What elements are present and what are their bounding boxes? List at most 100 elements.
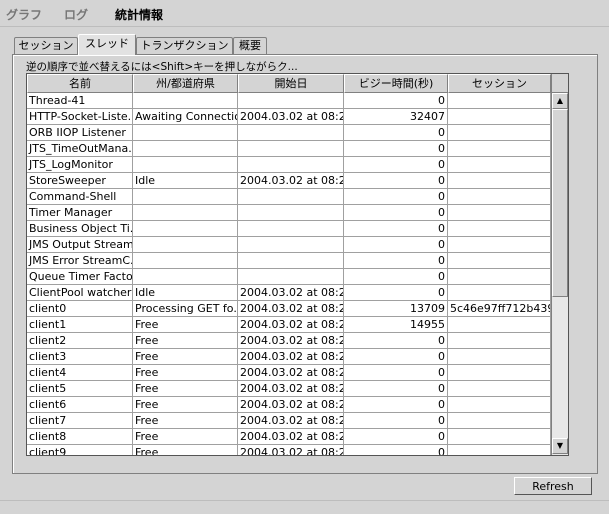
cell-state xyxy=(133,189,238,205)
cell-start-date: 2004.03.02 at 08:2... xyxy=(238,317,344,333)
cell-name: JTS_TimeOutMana... xyxy=(27,141,133,157)
cell-name: Command-Shell xyxy=(27,189,133,205)
cell-session xyxy=(448,429,551,445)
cell-name: Thread-41 xyxy=(27,93,133,109)
table-row[interactable]: Timer Manager 0 xyxy=(27,205,551,221)
table-row[interactable]: client8Free2004.03.02 at 08:2...0 xyxy=(27,429,551,445)
cell-session xyxy=(448,221,551,237)
cell-state: Processing GET fo... xyxy=(133,301,238,317)
cell-start-date xyxy=(238,141,344,157)
cell-name: ORB IIOP Listener xyxy=(27,125,133,141)
table-row[interactable]: HTTP-Socket-Liste... Awaiting Connection 2… xyxy=(27,109,551,125)
cell-state: Idle xyxy=(133,285,238,301)
column-header-session[interactable]: セッション xyxy=(448,74,551,93)
cell-start-date xyxy=(238,269,344,285)
cell-name: JMS Output Stream... xyxy=(27,237,133,253)
cell-start-date: 2004.03.02 at 08:2... xyxy=(238,173,344,189)
tab-threads[interactable]: スレッド xyxy=(78,34,136,55)
cell-state xyxy=(133,141,238,157)
table-row[interactable]: client9Free2004.03.02 at 08:2...0 xyxy=(27,445,551,455)
column-header-start-date[interactable]: 開始日 xyxy=(238,74,344,93)
table-row[interactable]: client4Free2004.03.02 at 08:2...0 xyxy=(27,365,551,381)
cell-state xyxy=(133,157,238,173)
cell-session xyxy=(448,445,551,455)
cell-busy-time: 0 xyxy=(344,349,448,365)
table-row[interactable]: JTS_LogMonitor 0 xyxy=(27,157,551,173)
table-row[interactable]: Queue Timer Factory 0 xyxy=(27,269,551,285)
table-row[interactable]: Thread-41 0 xyxy=(27,93,551,109)
cell-start-date: 2004.03.02 at 08:2... xyxy=(238,333,344,349)
cell-start-date: 2004.03.02 at 08:2... xyxy=(238,397,344,413)
threads-table: 名前 州/都道府県 開始日 ビジー時間(秒) セッション Thread-41 0 H… xyxy=(26,73,569,456)
table-row[interactable]: client6Free2004.03.02 at 08:2...0 xyxy=(27,397,551,413)
table-row[interactable]: StoreSweeperIdle2004.03.02 at 08:2...0 xyxy=(27,173,551,189)
sort-hint-text: 逆の順序で並べ替えるには<Shift>キーを押しながらク... xyxy=(26,61,298,73)
column-header-name[interactable]: 名前 xyxy=(27,74,133,93)
table-row[interactable]: client1Free2004.03.02 at 08:2...14955 xyxy=(27,317,551,333)
cell-name: JMS Error StreamC... xyxy=(27,253,133,269)
table-row[interactable]: JMS Output Stream... 0 xyxy=(27,237,551,253)
table-row[interactable]: client0 Processing GET fo... 2004.03.02 at… xyxy=(27,301,551,317)
nav-statistics-link[interactable]: 統計情報 xyxy=(115,6,163,23)
table-row[interactable]: Command-Shell 0 xyxy=(27,189,551,205)
cell-busy-time: 0 xyxy=(344,269,448,285)
cell-busy-time: 0 xyxy=(344,221,448,237)
top-divider xyxy=(0,26,609,27)
cell-start-date xyxy=(238,237,344,253)
top-navigation: グラフ ログ 統計情報 xyxy=(0,0,609,26)
header-corner xyxy=(551,74,568,93)
table-row[interactable]: ORB IIOP Listener 0 xyxy=(27,125,551,141)
tab-sessions[interactable]: セッション xyxy=(14,37,78,54)
cell-session xyxy=(448,189,551,205)
table-row[interactable]: ClientPool watcherIdle2004.03.02 at 08:2… xyxy=(27,285,551,301)
cell-name: client6 xyxy=(27,397,133,413)
table-row[interactable]: client7Free2004.03.02 at 08:2...0 xyxy=(27,413,551,429)
cell-session xyxy=(448,173,551,189)
table-row[interactable]: JTS_TimeOutMana... 0 xyxy=(27,141,551,157)
nav-log-link[interactable]: ログ xyxy=(64,6,88,23)
cell-session: 5c46e97ff712b439... xyxy=(448,301,551,317)
nav-graph-link[interactable]: グラフ xyxy=(6,6,42,23)
refresh-button[interactable]: Refresh xyxy=(514,477,592,495)
cell-state xyxy=(133,221,238,237)
cell-start-date xyxy=(238,93,344,109)
cell-start-date: 2004.03.02 at 08:2... xyxy=(238,301,344,317)
cell-busy-time: 13709 xyxy=(344,301,448,317)
cell-session xyxy=(448,237,551,253)
table-row[interactable]: client5Free2004.03.02 at 08:2...0 xyxy=(27,381,551,397)
cell-name: client8 xyxy=(27,429,133,445)
table-row[interactable]: Business Object Ti... 0 xyxy=(27,221,551,237)
table-body: Thread-41 0 HTTP-Socket-Liste... Awaiting C… xyxy=(27,93,551,455)
cell-session xyxy=(448,317,551,333)
cell-start-date xyxy=(238,221,344,237)
column-header-busy-time[interactable]: ビジー時間(秒) xyxy=(344,74,448,93)
table-row[interactable]: client2Free2004.03.02 at 08:2...0 xyxy=(27,333,551,349)
cell-state xyxy=(133,269,238,285)
cell-busy-time: 32407 xyxy=(344,109,448,125)
cell-busy-time: 0 xyxy=(344,141,448,157)
cell-session xyxy=(448,125,551,141)
cell-name: Timer Manager xyxy=(27,205,133,221)
table-row[interactable]: client3Free2004.03.02 at 08:2...0 xyxy=(27,349,551,365)
column-header-state[interactable]: 州/都道府県 xyxy=(133,74,238,93)
cell-state xyxy=(133,125,238,141)
cell-busy-time: 0 xyxy=(344,445,448,455)
cell-busy-time: 0 xyxy=(344,93,448,109)
scroll-up-icon[interactable]: ▲ xyxy=(552,93,568,109)
cell-state: Awaiting Connection xyxy=(133,109,238,125)
cell-state: Free xyxy=(133,397,238,413)
vertical-scrollbar[interactable]: ▲ ▼ xyxy=(551,93,568,455)
cell-session xyxy=(448,413,551,429)
cell-name: client2 xyxy=(27,333,133,349)
cell-name: ClientPool watcher xyxy=(27,285,133,301)
scrollbar-thumb[interactable] xyxy=(552,109,568,297)
table-row[interactable]: JMS Error StreamC... 0 xyxy=(27,253,551,269)
cell-start-date: 2004.03.02 at 08:2... xyxy=(238,413,344,429)
cell-busy-time: 0 xyxy=(344,429,448,445)
cell-start-date xyxy=(238,253,344,269)
scroll-down-icon[interactable]: ▼ xyxy=(552,438,568,454)
tab-transactions[interactable]: トランザクション xyxy=(136,37,233,54)
cell-busy-time: 0 xyxy=(344,253,448,269)
cell-session xyxy=(448,397,551,413)
tab-overview[interactable]: 概要 xyxy=(233,37,267,54)
